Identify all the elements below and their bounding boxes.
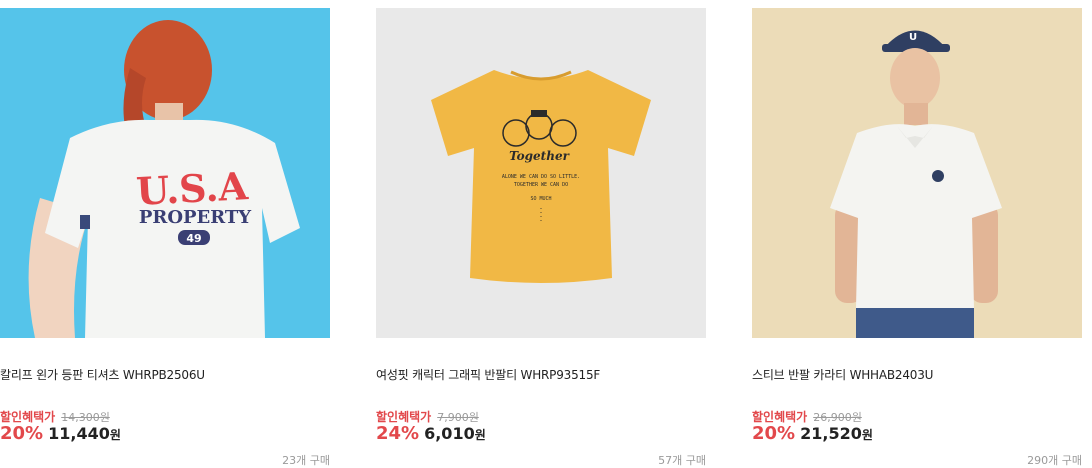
currency-unit: 원 [861, 428, 873, 442]
price-row: 20% 21,520원 [752, 423, 873, 444]
sale-price: 11,440 [48, 424, 110, 443]
product-card[interactable]: U.S.A PROPERTY 49 칼리프 왼가 등판 티셔츠 WHRPB250… [0, 8, 330, 467]
price-row: 20% 11,440원 [0, 423, 121, 444]
purchase-count: 57개 구매 [658, 454, 706, 467]
product-image[interactable]: U [752, 8, 1082, 338]
benefit-label: 할인혜택가 [752, 410, 808, 424]
print-script: Together [509, 149, 570, 163]
benefit-label: 할인혜택가 [376, 410, 432, 424]
purchase-count: 23개 구매 [282, 454, 330, 467]
discount-rate: 20% [0, 423, 44, 444]
price-row: 24% 6,010원 [376, 423, 486, 444]
product-name[interactable]: 칼리프 왼가 등판 티셔츠 WHRPB2506U [0, 366, 205, 383]
print-property: PROPERTY [139, 207, 252, 228]
discount-rate: 20% [752, 423, 796, 444]
currency-unit: 원 [474, 428, 486, 442]
sale-price: 6,010 [424, 424, 475, 443]
cap-letter: U [909, 32, 917, 43]
product-name[interactable]: 여성핏 캐릭터 그래픽 반팔티 WHRP93515F [376, 366, 600, 383]
purchase-count: 290개 구매 [1027, 454, 1082, 467]
discount-rate: 24% [376, 423, 420, 444]
sale-price: 21,520 [800, 424, 862, 443]
print-line-3: SO MUCH [530, 196, 551, 202]
product-image[interactable]: Together ALONE WE CAN DO SO LITTLE. TOGE… [376, 8, 706, 338]
product-name[interactable]: 스티브 반팔 카라티 WHHAB2403U [752, 366, 933, 383]
print-badge: 49 [186, 232, 201, 245]
product-image[interactable]: U.S.A PROPERTY 49 [0, 8, 330, 338]
benefit-label: 할인혜택가 [0, 410, 56, 424]
product-card[interactable]: U 스티브 반팔 카라티 WHHAB2403U 할인혜택가 26,900원 20%… [752, 8, 1082, 467]
product-card[interactable]: Together ALONE WE CAN DO SO LITTLE. TOGE… [376, 8, 706, 467]
product-grid: U.S.A PROPERTY 49 칼리프 왼가 등판 티셔츠 WHRPB250… [0, 0, 1092, 467]
print-line-2: TOGETHER WE CAN DO [514, 182, 568, 188]
currency-unit: 원 [109, 428, 121, 442]
print-line-1: ALONE WE CAN DO SO LITTLE. [502, 174, 580, 180]
